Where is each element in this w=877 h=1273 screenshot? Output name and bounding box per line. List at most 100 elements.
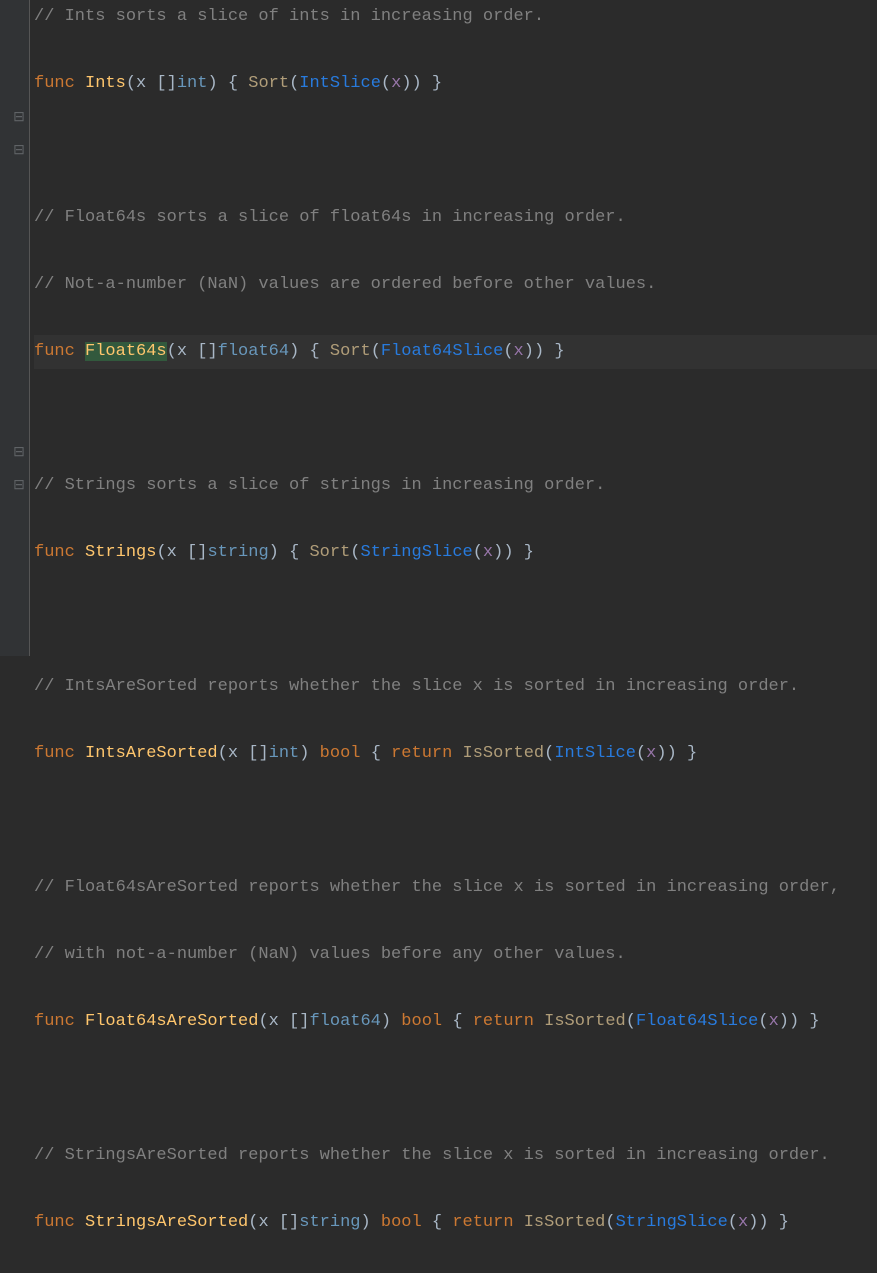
code-token: IsSorted — [463, 744, 545, 763]
code-token: float64 — [218, 342, 289, 361]
code-token: ) — [401, 74, 411, 93]
code-token: ) — [412, 74, 422, 93]
code-token: IsSorted — [544, 1012, 626, 1031]
code-token: ) — [748, 1213, 758, 1232]
code-token — [320, 342, 330, 361]
code-token: { — [289, 543, 299, 562]
code-line[interactable] — [34, 402, 877, 436]
code-token: [] — [146, 74, 177, 93]
code-token: ( — [126, 74, 136, 93]
code-token: ( — [289, 74, 299, 93]
fold-open-icon[interactable]: ⊟ — [12, 446, 26, 460]
code-token: [] — [177, 543, 208, 562]
code-token: bool — [381, 1213, 422, 1232]
code-line[interactable]: // Not-a-number (NaN) values are ordered… — [34, 268, 877, 302]
code-token: // with not-a-number (NaN) values before… — [34, 945, 626, 964]
code-token: Float64Slice — [636, 1012, 758, 1031]
code-token: } — [554, 342, 564, 361]
code-token — [422, 74, 432, 93]
code-token: IsSorted — [524, 1213, 606, 1232]
code-token: IntSlice — [299, 74, 381, 93]
code-token: { — [228, 74, 238, 93]
code-token: } — [687, 744, 697, 763]
code-token: ) — [524, 342, 534, 361]
code-line[interactable]: func Float64s(x []float64) { Sort(Float6… — [34, 335, 877, 369]
code-token — [534, 1012, 544, 1031]
code-token: ( — [544, 744, 554, 763]
code-token: ( — [156, 543, 166, 562]
code-line[interactable]: // Strings sorts a slice of strings in i… — [34, 469, 877, 503]
code-token — [75, 74, 85, 93]
code-token: { — [309, 342, 319, 361]
fold-open-icon[interactable]: ⊟ — [12, 111, 26, 125]
code-token: StringSlice — [361, 543, 473, 562]
code-line[interactable]: func StringsAreSorted(x []string) bool {… — [34, 1206, 877, 1240]
code-token: string — [299, 1213, 360, 1232]
code-token — [463, 1012, 473, 1031]
code-token: return — [473, 1012, 534, 1031]
code-line[interactable]: func IntsAreSorted(x []int) bool { retur… — [34, 737, 877, 771]
code-token: ) — [289, 342, 299, 361]
code-token: ) — [667, 744, 677, 763]
code-token — [360, 744, 370, 763]
code-token: func — [34, 74, 75, 93]
code-token: ) — [656, 744, 666, 763]
code-token: func — [34, 543, 75, 562]
code-token — [381, 744, 391, 763]
code-line[interactable]: // StringsAreSorted reports whether the … — [34, 1139, 877, 1173]
code-line[interactable]: func Float64sAreSorted(x []float64) bool… — [34, 1005, 877, 1039]
code-token: x — [269, 1012, 279, 1031]
code-token: ) — [381, 1012, 391, 1031]
code-token: x — [646, 744, 656, 763]
code-line[interactable]: // Float64s sorts a slice of float64s in… — [34, 201, 877, 235]
code-token: x — [258, 1213, 268, 1232]
code-token — [75, 342, 85, 361]
code-token: // StringsAreSorted reports whether the … — [34, 1146, 830, 1165]
code-token: StringsAreSorted — [85, 1213, 248, 1232]
code-token: bool — [320, 744, 361, 763]
code-token: ) — [503, 543, 513, 562]
code-token: ( — [728, 1213, 738, 1232]
code-line[interactable] — [34, 134, 877, 168]
code-token: ) — [758, 1213, 768, 1232]
code-token — [799, 1012, 809, 1031]
code-token: x — [167, 543, 177, 562]
code-token: ( — [258, 1012, 268, 1031]
code-token — [238, 74, 248, 93]
code-line[interactable] — [34, 1072, 877, 1106]
code-line[interactable]: // Ints sorts a slice of ints in increas… — [34, 0, 877, 34]
fold-close-icon[interactable]: ⊟ — [12, 144, 26, 158]
code-token: ( — [636, 744, 646, 763]
code-token: x — [391, 74, 401, 93]
code-token: { — [432, 1213, 442, 1232]
fold-close-icon[interactable]: ⊟ — [12, 479, 26, 493]
code-token: // Strings sorts a slice of strings in i… — [34, 476, 605, 495]
code-token: ( — [381, 74, 391, 93]
code-token: Float64Slice — [381, 342, 503, 361]
code-line[interactable]: // IntsAreSorted reports whether the sli… — [34, 670, 877, 704]
code-token: ( — [248, 1213, 258, 1232]
code-editor[interactable]: ⊟ ⊟ ⊟ ⊟ // Ints sorts a slice of ints in in… — [0, 0, 877, 656]
code-line[interactable] — [34, 603, 877, 637]
code-token: Float64sAreSorted — [85, 1012, 258, 1031]
code-token — [514, 543, 524, 562]
code-token: Sort — [248, 74, 289, 93]
code-line[interactable]: // Float64sAreSorted reports whether the… — [34, 871, 877, 905]
code-token: x — [177, 342, 187, 361]
code-token — [279, 543, 289, 562]
code-token: ) — [493, 543, 503, 562]
code-token: } — [809, 1012, 819, 1031]
code-token: { — [371, 744, 381, 763]
code-token: ( — [503, 342, 513, 361]
code-token: // Float64sAreSorted reports whether the… — [34, 878, 840, 897]
code-line[interactable]: func Strings(x []string) { Sort(StringSl… — [34, 536, 877, 570]
code-token: { — [452, 1012, 462, 1031]
code-line[interactable] — [34, 804, 877, 838]
code-area[interactable]: // Ints sorts a slice of ints in increas… — [30, 0, 877, 656]
code-token: ( — [758, 1012, 768, 1031]
code-line[interactable]: // with not-a-number (NaN) values before… — [34, 938, 877, 972]
code-token — [309, 744, 319, 763]
code-token: func — [34, 1213, 75, 1232]
code-line[interactable]: func Ints(x []int) { Sort(IntSlice(x)) } — [34, 67, 877, 101]
code-token — [422, 1213, 432, 1232]
